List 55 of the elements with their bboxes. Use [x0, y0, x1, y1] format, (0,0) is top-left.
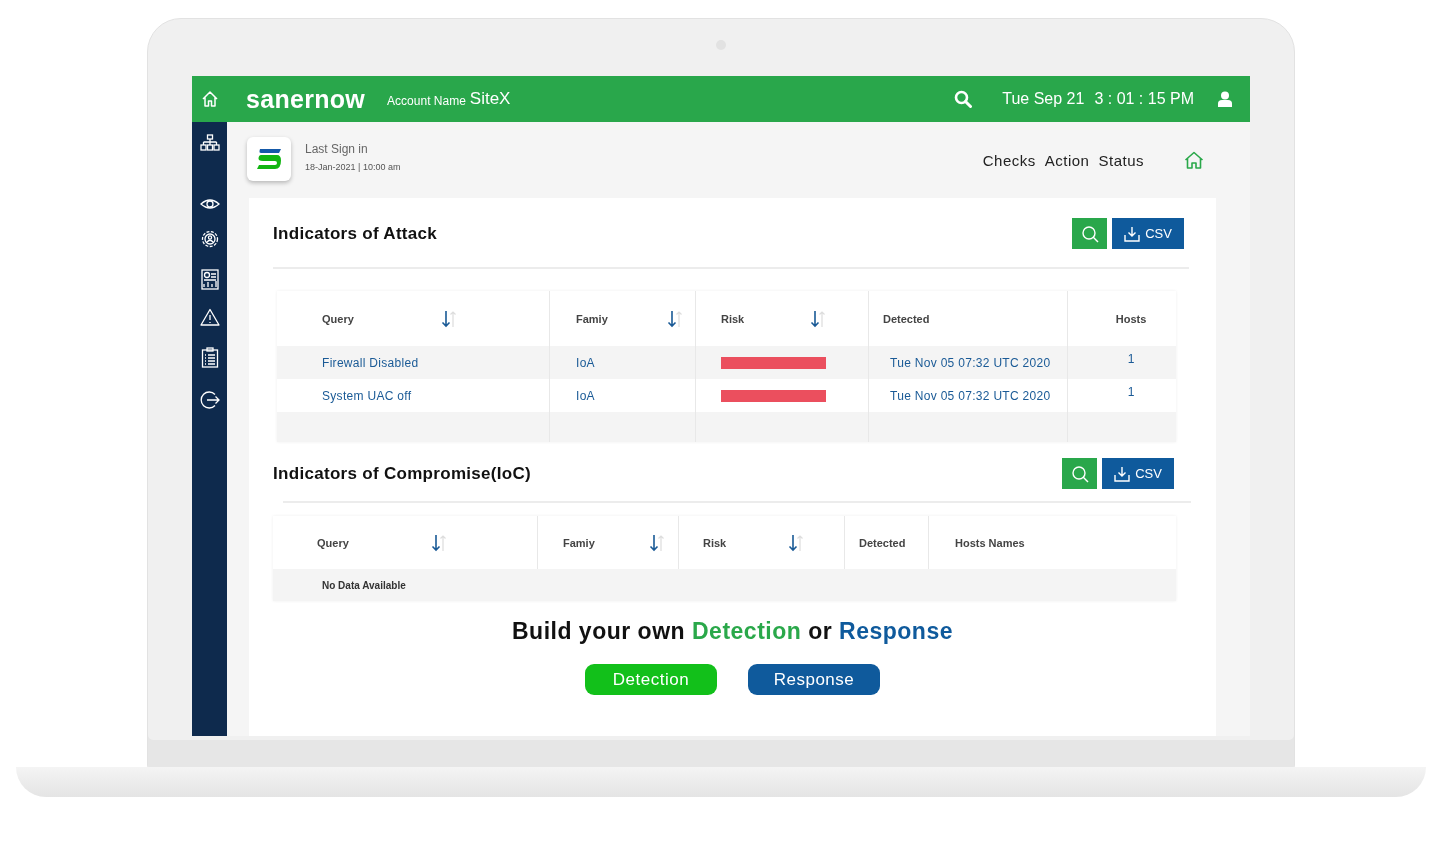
date-text: Tue Sep 21	[1002, 90, 1085, 108]
table-link[interactable]: System UAC off	[322, 388, 412, 403]
last-sign-in-label: Last Sign in	[305, 142, 369, 156]
column-header: Detected	[859, 536, 906, 549]
column-header: Hosts Names	[955, 536, 1025, 549]
search-icon	[1070, 464, 1089, 483]
column-header: Detected	[883, 312, 930, 325]
host-count: 1	[1127, 384, 1135, 399]
response-button[interactable]: Response	[748, 664, 880, 695]
download-icon	[1124, 225, 1141, 242]
table-link[interactable]: Firewall Disabled	[322, 355, 419, 370]
column-header: Famiy	[563, 536, 595, 549]
cta-heading: Build your own Detection or Response	[511, 618, 954, 645]
table-link[interactable]: Tue Nov 05 07:32 UTC 2020	[890, 355, 1051, 370]
account-name: SiteX	[469, 89, 511, 109]
search-icon	[1080, 224, 1099, 243]
column-header: Risk	[721, 312, 745, 325]
logo-icon	[256, 148, 282, 170]
sort-arrows-icon[interactable]	[441, 309, 457, 328]
download-icon	[1114, 465, 1131, 482]
sort-arrows-icon[interactable]	[649, 533, 665, 552]
column-header: Hosts	[1115, 312, 1147, 325]
csv-button[interactable]: CSV	[1112, 218, 1184, 249]
sort-arrows-icon[interactable]	[431, 533, 447, 552]
clipboard-icon[interactable]	[199, 347, 220, 368]
logout-icon[interactable]	[199, 390, 220, 411]
table-link[interactable]: IoA	[576, 388, 595, 403]
nav-link[interactable]: Action	[1044, 151, 1090, 169]
account-label: Account Name	[387, 93, 466, 108]
clock-time: 3 : 01 : 15 PM	[1094, 90, 1194, 108]
sort-arrows-icon[interactable]	[667, 309, 683, 328]
column-header: Query	[317, 536, 349, 549]
warning-icon[interactable]	[199, 308, 220, 329]
table-link[interactable]: Tue Nov 05 07:32 UTC 2020	[890, 388, 1051, 403]
column-header: Risk	[703, 536, 727, 549]
csv-button[interactable]: CSV	[1102, 458, 1174, 489]
sort-arrows-icon[interactable]	[788, 533, 804, 552]
search-icon[interactable]	[954, 90, 973, 108]
sort-arrows-icon[interactable]	[810, 309, 826, 328]
brand-name: sanernow	[246, 84, 366, 114]
column-header: Famiy	[576, 312, 608, 325]
section-title: Indicators of Compromise(IoC)	[273, 463, 532, 484]
last-sign-in-value: 18-Jan-2021 | 10:00 am	[305, 162, 401, 172]
search-button[interactable]	[1062, 458, 1097, 489]
search-button[interactable]	[1072, 218, 1107, 249]
nav-link[interactable]: Status	[1098, 151, 1144, 169]
user-icon[interactable]	[1218, 91, 1232, 107]
report-icon[interactable]	[199, 269, 220, 290]
column-header: Query	[322, 312, 354, 325]
table-link[interactable]: IoA	[576, 355, 595, 370]
home-icon[interactable]	[1184, 151, 1204, 169]
section-title: Indicators of Attack	[273, 223, 438, 244]
nav-link[interactable]: Checks	[982, 151, 1036, 169]
host-count: 1	[1127, 351, 1135, 366]
empty-message: No Data Available	[322, 579, 406, 591]
